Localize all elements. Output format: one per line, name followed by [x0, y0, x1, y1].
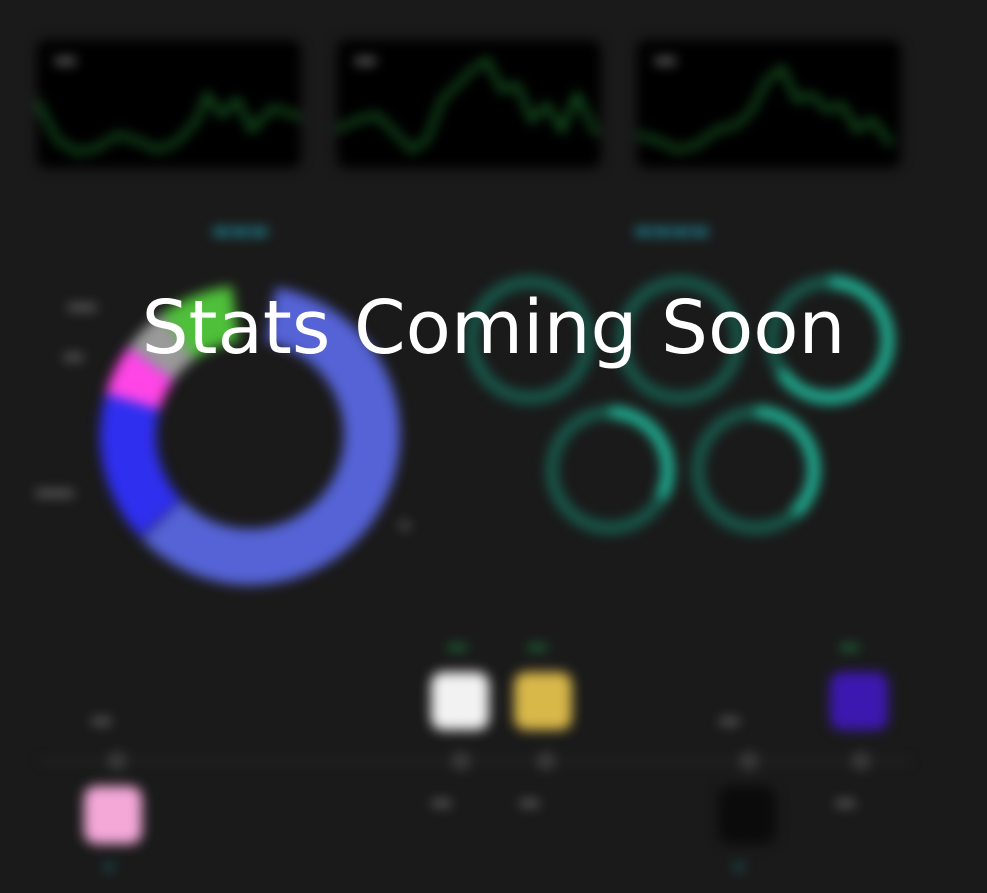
coming-soon-heading: Stats Coming Soon — [141, 284, 846, 371]
coming-soon-overlay: Stats Coming Soon — [0, 0, 987, 893]
